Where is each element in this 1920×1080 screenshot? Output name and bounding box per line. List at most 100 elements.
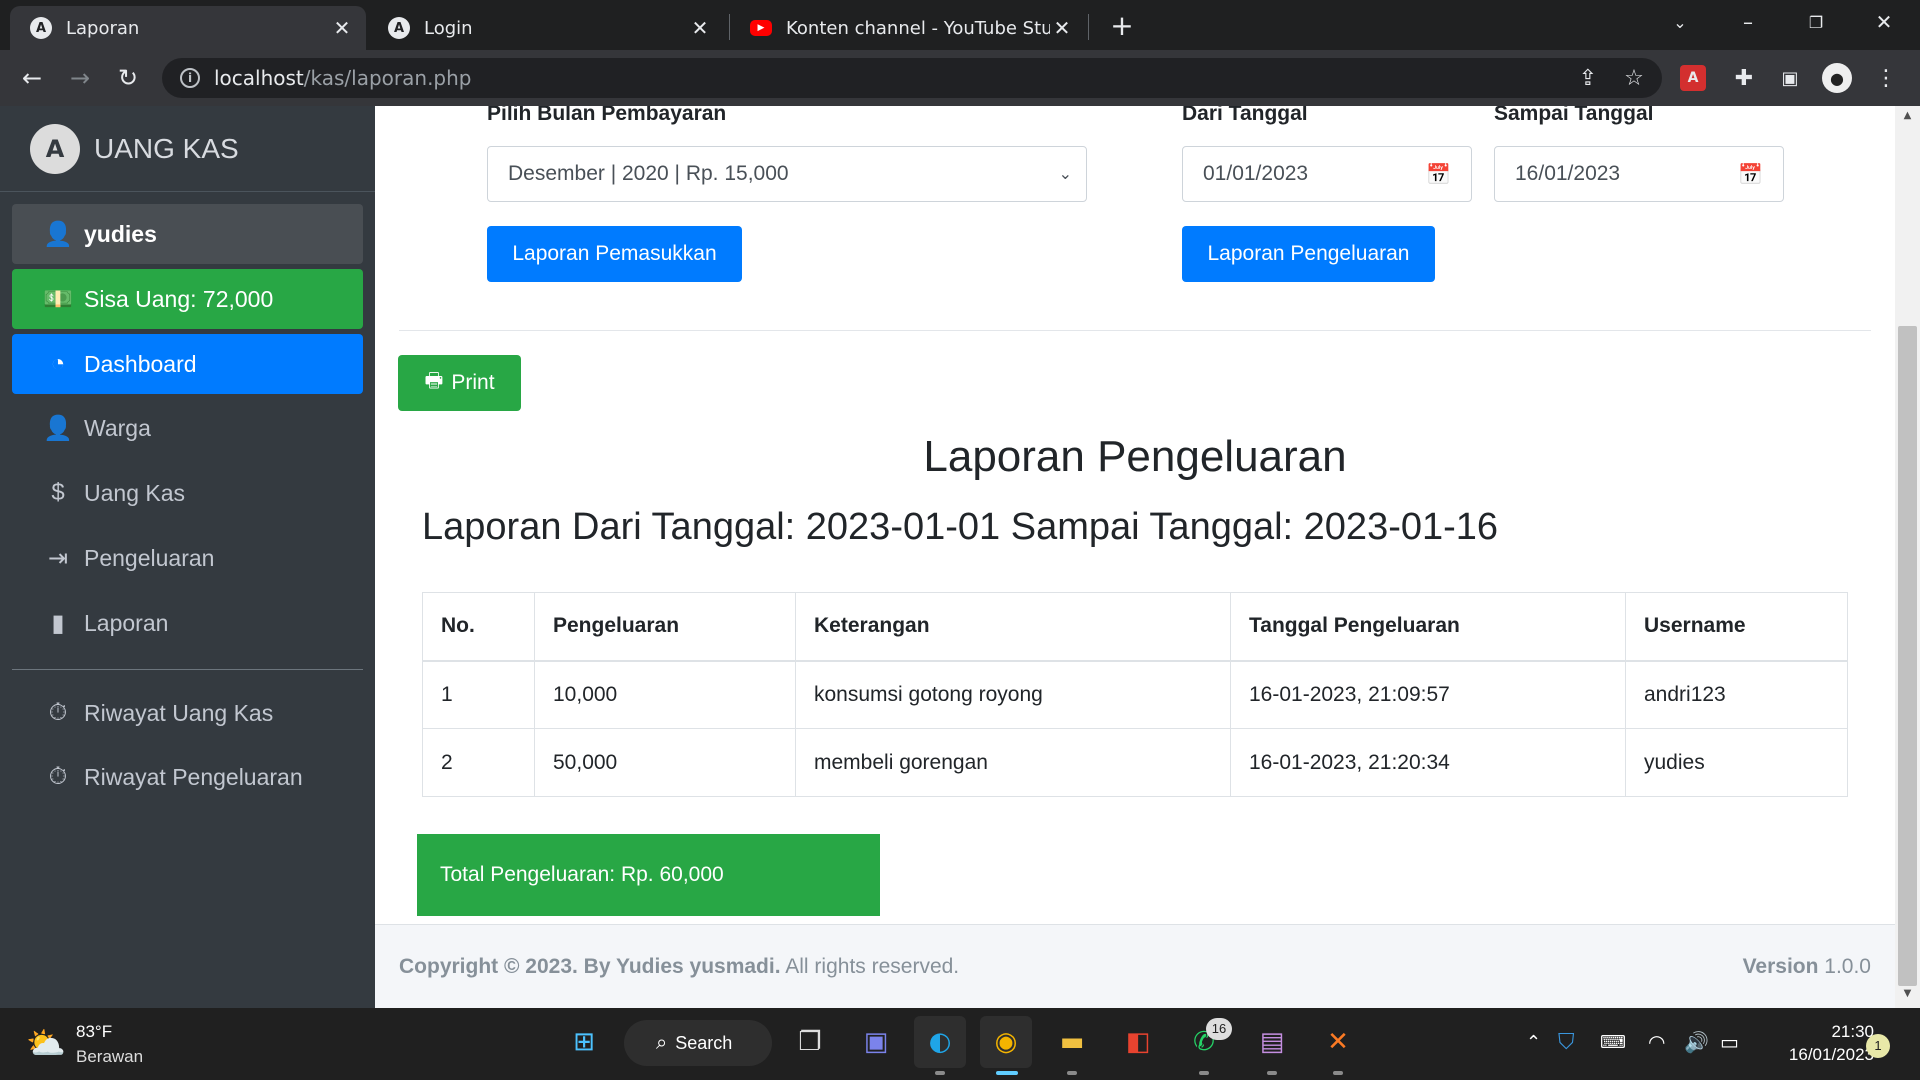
new-tab-plus-icon[interactable]: + xyxy=(1106,10,1138,42)
office-icon[interactable]: ◧ xyxy=(1112,1016,1164,1068)
tab-search-chevron-icon[interactable]: ⌄ xyxy=(1652,0,1708,44)
version-text: Version 1.0.0 xyxy=(1743,955,1871,979)
month-select-value: Desember | 2020 | Rp. 15,000 xyxy=(508,162,789,185)
calendar-icon[interactable]: 📅 xyxy=(1738,162,1763,187)
sidebar-item-label: Laporan xyxy=(84,609,169,636)
divider xyxy=(399,330,1871,331)
sidebar-item-warga[interactable]: 👤 Warga xyxy=(12,398,363,458)
more-menu-icon[interactable]: ⋮ xyxy=(1870,62,1902,94)
tab-youtube-studio[interactable]: ▶ Konten channel - YouTube Studio ✕ xyxy=(730,6,1086,50)
table-cell: 16-01-2023, 21:09:57 xyxy=(1230,660,1626,729)
scroll-down-arrow-icon[interactable]: ▼ xyxy=(1898,988,1917,1008)
bookmark-star-icon[interactable]: ☆ xyxy=(1618,62,1650,94)
sidebar-item-laporan[interactable]: ▮ Laporan xyxy=(12,593,363,653)
month-select[interactable]: Desember | 2020 | Rp. 15,000 ⌄ xyxy=(487,146,1087,202)
taskbar-search[interactable]: ⌕ Search xyxy=(624,1020,772,1066)
expense-report-button[interactable]: Laporan Pengeluaran xyxy=(1182,226,1435,282)
restore-icon[interactable]: ❐ xyxy=(1788,0,1844,44)
total-expense-box: Total Pengeluaran: Rp. 60,000 xyxy=(417,834,880,916)
from-date-field[interactable]: 01/01/2023 📅 xyxy=(1182,146,1472,202)
running-indicator xyxy=(1199,1071,1209,1075)
taskbar-search-label: Search xyxy=(675,1032,733,1053)
volume-icon[interactable]: 🔊 xyxy=(1684,1030,1709,1054)
url-host: localhost xyxy=(214,66,304,90)
edge-browser-icon[interactable]: ◐ xyxy=(914,1016,966,1068)
window-close-icon[interactable]: ✕ xyxy=(1856,0,1912,44)
chevron-up-icon[interactable]: ⌃ xyxy=(1526,1032,1541,1053)
stopwatch-icon: ⏱ xyxy=(48,699,68,726)
scrollbar-thumb[interactable] xyxy=(1898,326,1917,986)
sidebar-item-dashboard[interactable]: ◔ Dashboard xyxy=(12,334,363,394)
xampp-icon[interactable]: ✕ xyxy=(1312,1016,1364,1068)
sidebar: A UANG KAS 👤 yudies 💵 Sisa Uang: 72,000 … xyxy=(0,106,375,1008)
sidebar-item-riwayat-uang-kas[interactable]: ⏱ Riwayat Uang Kas xyxy=(12,683,363,743)
sidebar-item-pengeluaran[interactable]: ⇥ Pengeluaran xyxy=(12,528,363,588)
weather-cloud-icon[interactable]: ⛅ xyxy=(26,1024,66,1062)
income-report-button[interactable]: Laporan Pemasukkan xyxy=(487,226,742,282)
pdf-extension-icon[interactable]: A xyxy=(1680,65,1706,91)
minimize-icon[interactable]: – xyxy=(1720,0,1776,44)
back-arrow-icon[interactable]: ← xyxy=(14,60,50,96)
to-date-label: Sampai Tanggal xyxy=(1494,106,1654,125)
site-info-icon[interactable]: i xyxy=(180,68,200,88)
chrome-browser-icon[interactable]: ◉ xyxy=(980,1016,1032,1068)
sidebar-item-uang-kas[interactable]: $ Uang Kas xyxy=(12,463,363,523)
table-header-row: No. Pengeluaran Keterangan Tanggal Penge… xyxy=(422,592,1848,662)
windows-start-icon[interactable]: ⊞ xyxy=(558,1016,610,1068)
money-bill-icon: 💵 xyxy=(43,285,73,313)
expense-table: No. Pengeluaran Keterangan Tanggal Penge… xyxy=(422,592,1848,797)
chat-icon[interactable]: ▣ xyxy=(850,1016,902,1068)
winrar-icon[interactable]: ▤ xyxy=(1246,1016,1298,1068)
table-cell: 16-01-2023, 21:20:34 xyxy=(1230,728,1626,797)
site-favicon-icon: A xyxy=(30,17,52,39)
clock-time[interactable]: 21:30 xyxy=(1814,1022,1874,1042)
notification-badge[interactable]: 1 xyxy=(1866,1034,1890,1058)
side-panel-icon[interactable]: ▣ xyxy=(1774,62,1806,94)
month-label: Pilih Bulan Pembayaran xyxy=(487,106,727,125)
weather-temp[interactable]: 83°F xyxy=(76,1022,112,1042)
version-value: 1.0.0 xyxy=(1824,954,1871,978)
sidebar-divider xyxy=(12,669,363,670)
tab-divider xyxy=(1088,14,1089,40)
footer: Copyright © 2023. By Yudies yusmadi. All… xyxy=(375,924,1895,1008)
running-indicator xyxy=(1333,1071,1343,1075)
file-explorer-icon[interactable]: ▬ xyxy=(1046,1016,1098,1068)
close-tab-icon[interactable]: ✕ xyxy=(688,16,712,40)
task-view-icon[interactable]: ❐ xyxy=(784,1016,836,1068)
table-cell: 10,000 xyxy=(534,660,796,729)
security-shield-icon[interactable]: ⛉ xyxy=(1558,1030,1575,1055)
tab-title: Konten channel - YouTube Studio xyxy=(786,17,1050,39)
tab-laporan[interactable]: A Laporan ✕ xyxy=(10,6,366,50)
copyright-bold: Copyright © 2023. By Yudies yusmadi. xyxy=(399,954,781,978)
table-cell: 50,000 xyxy=(534,728,796,797)
sidebar-balance[interactable]: 💵 Sisa Uang: 72,000 xyxy=(12,269,363,329)
table-cell: konsumsi gotong royong xyxy=(795,660,1231,729)
to-date-field[interactable]: 16/01/2023 📅 xyxy=(1494,146,1784,202)
close-tab-icon[interactable]: ✕ xyxy=(1050,16,1074,40)
brand[interactable]: A UANG KAS xyxy=(0,106,375,192)
scroll-up-arrow-icon[interactable]: ▲ xyxy=(1898,110,1917,130)
extensions-puzzle-icon[interactable]: ✚ xyxy=(1728,62,1760,94)
youtube-icon: ▶ xyxy=(750,20,772,36)
table-cell: andri123 xyxy=(1625,660,1848,729)
tab-login[interactable]: A Login ✕ xyxy=(368,6,724,50)
close-tab-icon[interactable]: ✕ xyxy=(330,16,354,40)
report-title: Laporan Pengeluaran xyxy=(923,432,1347,481)
brand-logo-icon: A xyxy=(30,123,80,174)
reload-icon[interactable]: ↻ xyxy=(110,60,146,96)
sidebar-item-riwayat-pengeluaran[interactable]: ⏱ Riwayat Pengeluaran xyxy=(12,747,363,807)
url-text: localhost/kas/laporan.php xyxy=(214,66,472,90)
address-bar[interactable]: i localhost/kas/laporan.php xyxy=(162,58,1662,98)
weather-desc[interactable]: Berawan xyxy=(76,1047,143,1067)
clock-date[interactable]: 16/01/2023 xyxy=(1766,1045,1874,1065)
calendar-icon[interactable]: 📅 xyxy=(1426,162,1451,187)
wifi-icon[interactable]: ◠ xyxy=(1648,1030,1665,1054)
profile-avatar[interactable]: ● xyxy=(1822,63,1852,93)
keyboard-icon[interactable]: ⌨ xyxy=(1600,1032,1626,1053)
sidebar-user[interactable]: 👤 yudies xyxy=(12,204,363,264)
print-button[interactable]: 🖶 Print xyxy=(398,355,521,411)
share-icon[interactable]: ⇪ xyxy=(1572,62,1604,94)
forward-arrow-icon[interactable]: → xyxy=(62,60,98,96)
battery-icon[interactable]: ▭ xyxy=(1720,1030,1739,1054)
sidebar-item-label: Uang Kas xyxy=(84,479,186,506)
